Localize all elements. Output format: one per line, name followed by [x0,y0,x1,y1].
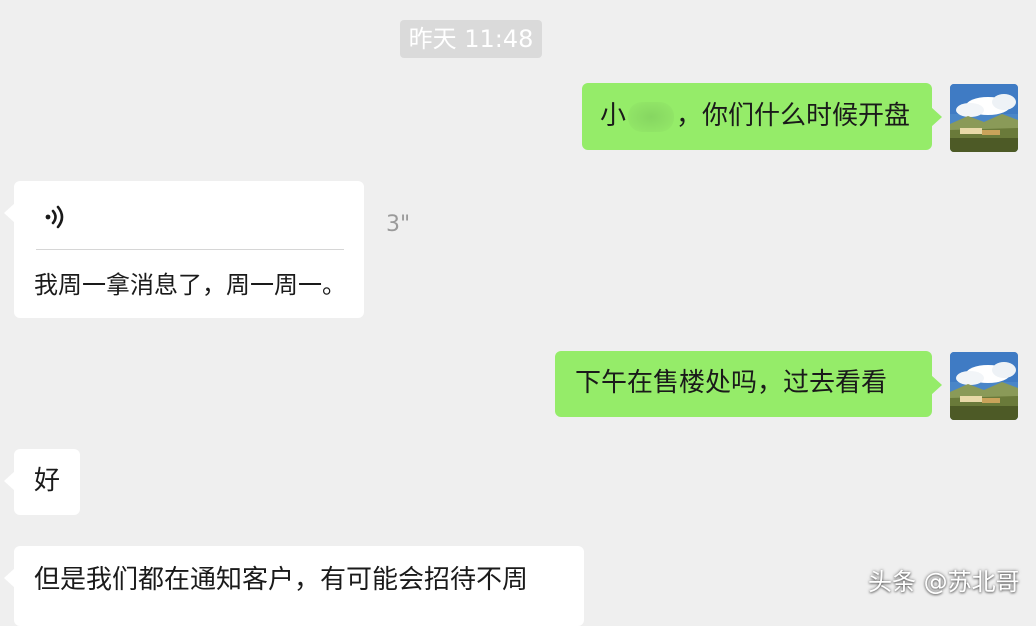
voice-divider [36,249,344,250]
message-name-prefix: 小 [600,101,627,131]
voice-transcript: 我周一拿消息了，周一周一。 [34,271,346,299]
received-message-bubble[interactable]: 但是我们都在通知客户，有可能会招待不周 [4,546,584,626]
voice-duration: 3" [386,212,411,237]
avatar[interactable] [950,84,1018,152]
sent-message-bubble[interactable]: 下午在售楼处吗，过去看看 [555,351,942,417]
voice-wave-icon[interactable] [42,203,70,231]
received-voice-message[interactable]: 我周一拿消息了，周一周一。 [4,181,364,318]
chat-timestamp: 昨天 11:48 [400,20,542,58]
watermark-text: 头条 @苏北哥 [868,568,1020,596]
avatar[interactable] [950,352,1018,420]
message-text: 下午在售楼处吗，过去看看 [575,368,888,398]
message-text: 但是我们都在通知客户，有可能会招待不周 [34,565,529,595]
blurred-name [628,101,675,132]
watermark: 头条 @苏北哥 [858,550,1036,606]
received-message-bubble[interactable]: 好 [4,449,80,515]
message-text: 好 [34,466,61,496]
avatar-landscape-icon [950,84,1018,152]
message-text: ，你们什么时候开盘 [676,101,911,131]
sent-message-bubble[interactable]: 小 ，你们什么时候开盘 [582,83,942,150]
avatar-landscape-icon [950,352,1018,420]
